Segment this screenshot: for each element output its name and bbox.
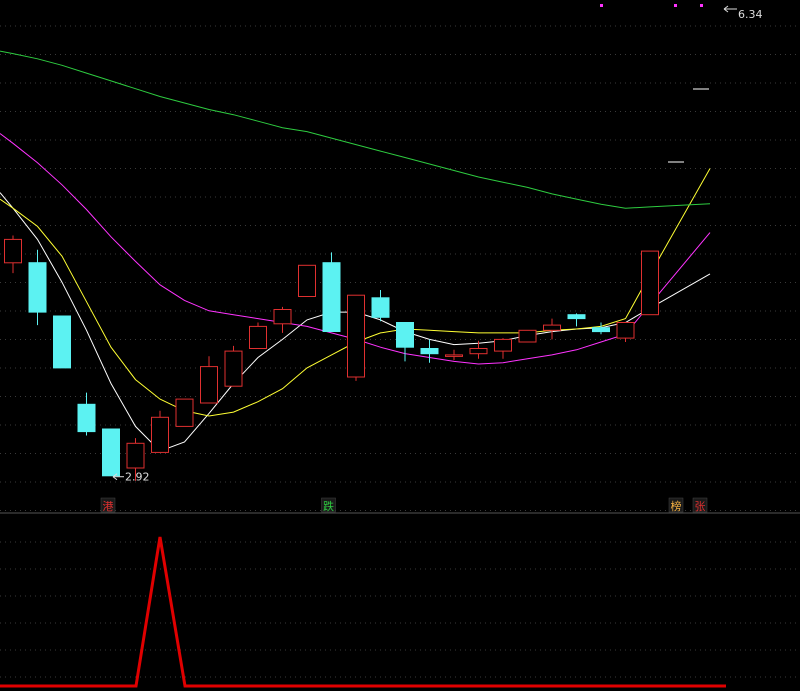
signal-dot [674,4,677,7]
candle [175,398,194,427]
candle-body [28,262,47,313]
candle [518,329,537,343]
candle-body [518,329,537,343]
signal-dot [600,4,603,7]
candle-body [77,403,96,433]
candle [28,249,47,326]
indicator-line [0,536,726,688]
candle-body [445,354,463,357]
candle [347,294,365,381]
candle [77,392,96,436]
candle-body [273,309,292,325]
chart-area: 2.92 6.34 港 跌 榜张 [0,0,800,691]
indicator-panel [0,536,726,688]
marker-label: 榜 [671,499,682,513]
candle [53,315,71,369]
stock-chart: 2.92 6.34 港 跌 榜张 [0,4,800,688]
candle-body [298,264,316,297]
candle [298,264,316,297]
candle [249,322,267,349]
marker-label: 跌 [323,499,334,513]
marker-label: 港 [103,500,114,513]
candle-body [469,348,488,355]
max-price-label: 6.34 [738,8,763,21]
candle-body [347,294,365,378]
candle [102,428,120,477]
candle [616,322,635,342]
marker-label: 张 [695,500,706,513]
candle-body [494,338,512,352]
candle-body [592,327,610,333]
candle-body [616,322,635,339]
candle-body [102,428,120,477]
candle [273,306,292,333]
grid-lines [0,25,800,678]
candle-body [126,442,145,469]
candle-body [322,262,341,333]
candle [396,322,414,362]
candle [4,235,22,274]
candle [224,345,243,387]
candle-body [641,250,659,316]
candle [543,318,561,340]
candle [420,339,439,363]
candle-body [200,366,218,404]
candle-body [151,416,169,453]
candles [4,235,659,481]
candle-body [420,348,439,355]
signal-dot [700,4,703,7]
candle-body [371,297,390,318]
event-markers: 港 跌 榜张 [100,497,708,513]
candle-body [175,398,194,427]
candle [445,349,463,361]
candle-body [567,314,586,320]
candle [641,250,659,316]
candle-body [396,322,414,348]
candle [200,356,218,404]
candle [371,290,390,322]
ma-line-4 [0,50,711,209]
candle [494,338,512,359]
candle-body [53,315,71,369]
candle [567,313,586,327]
candle-body [4,238,22,264]
candle [151,410,169,453]
candle-body [543,324,561,331]
candle [322,252,341,333]
candle-body [224,350,243,387]
min-price-label: 2.92 [125,471,150,484]
ma-line-2 [0,168,711,417]
candle-body [249,325,267,349]
